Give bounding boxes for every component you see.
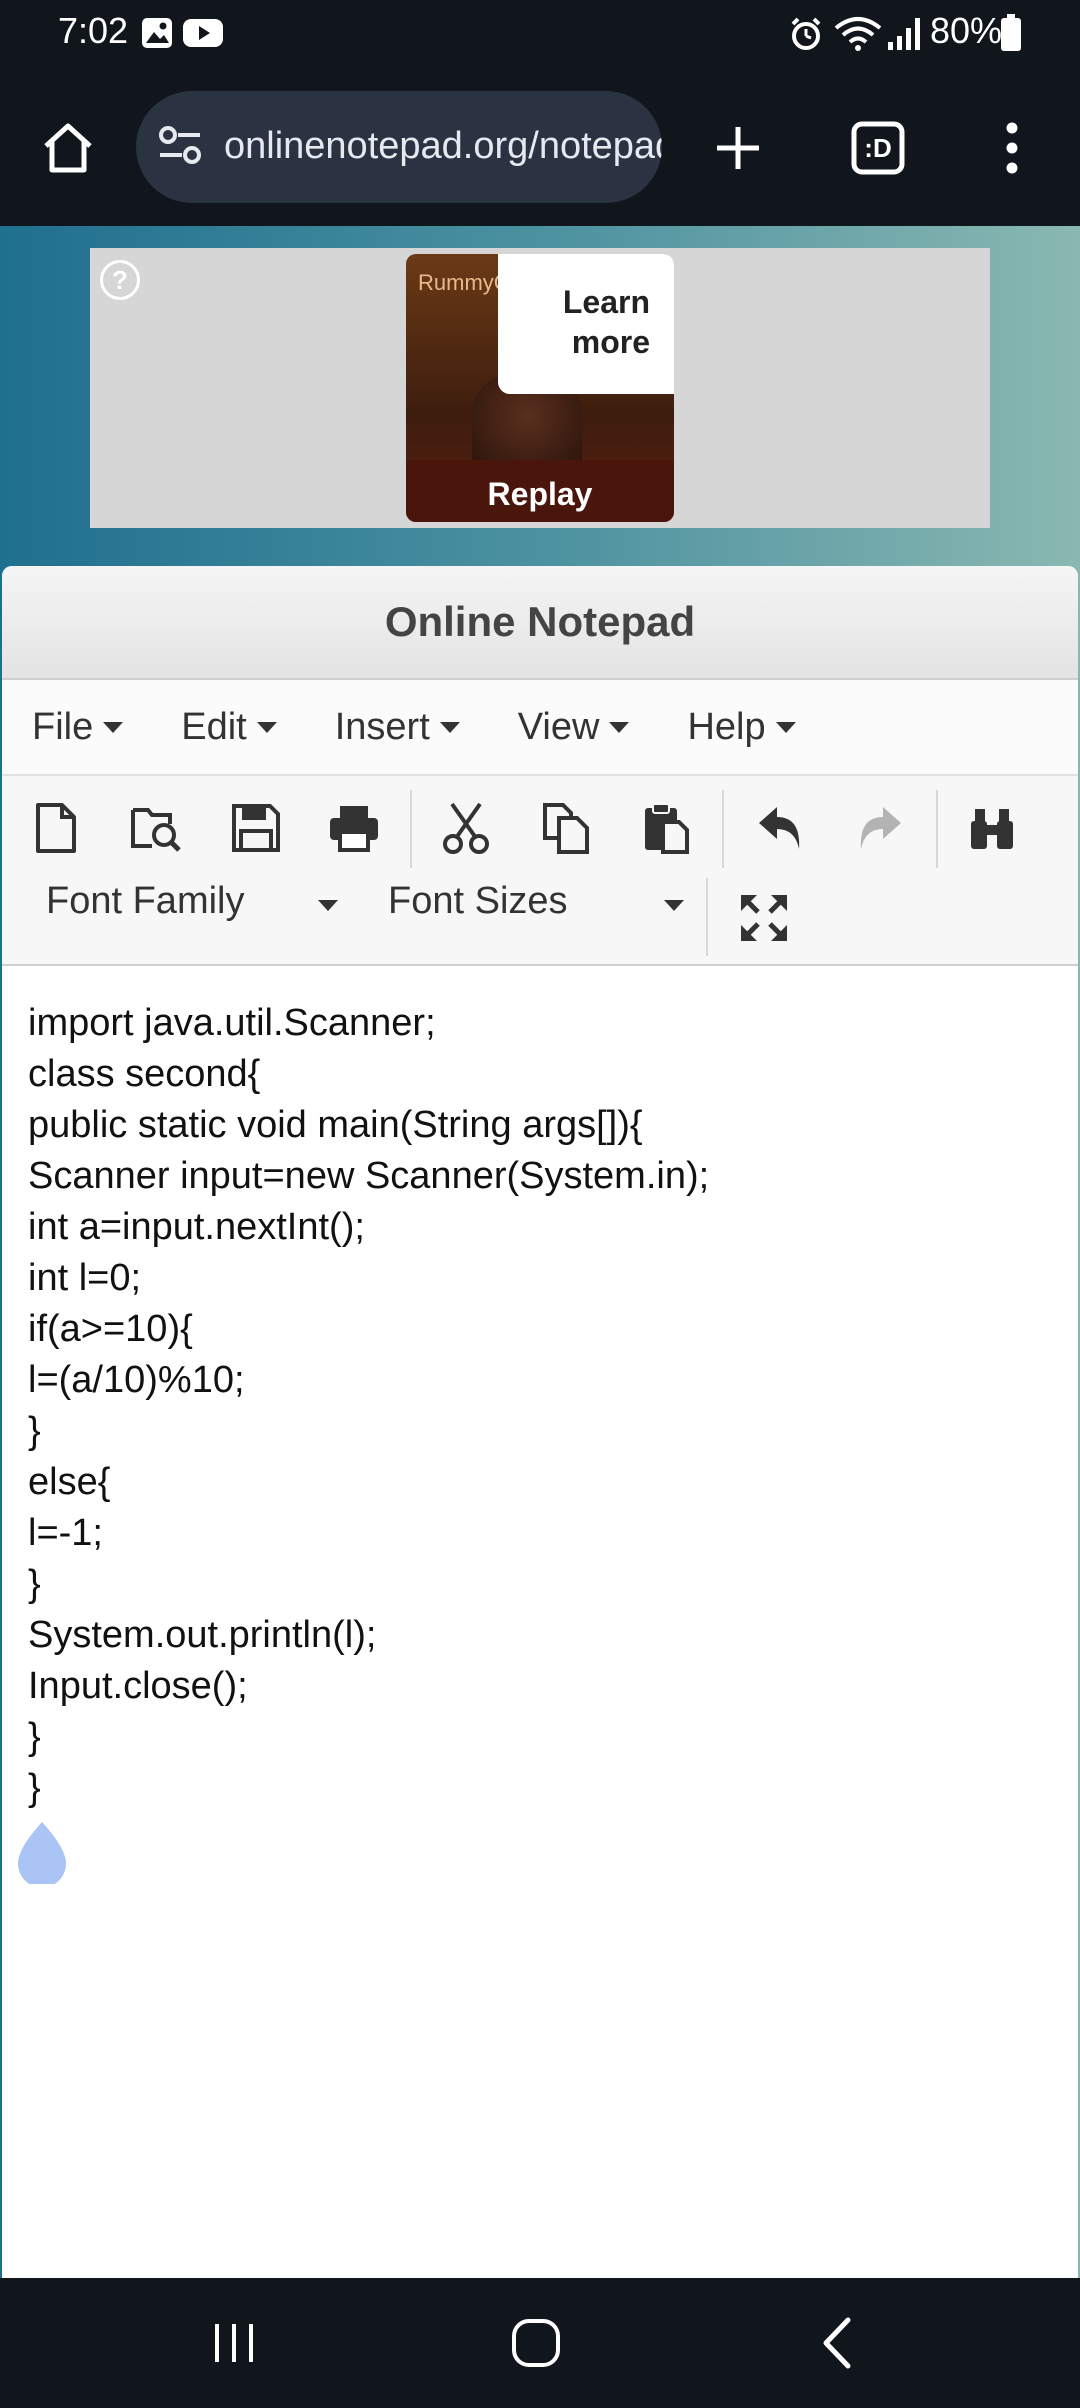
find-icon[interactable]	[960, 796, 1024, 860]
battery-icon	[1000, 14, 1022, 57]
code-line: Scanner input=new Scanner(System.in);	[28, 1155, 710, 1197]
code-line: }	[28, 1716, 41, 1758]
paste-icon[interactable]	[634, 796, 698, 860]
tabs-count: :D	[864, 132, 892, 163]
menu-edit-label: Edit	[181, 705, 247, 748]
home-icon[interactable]	[28, 108, 108, 188]
text-editor[interactable]: import java.util.Scanner; class second{ …	[2, 964, 1078, 2278]
code-line: else{	[28, 1461, 111, 1503]
app-title: Online Notepad	[2, 566, 1078, 680]
toolbar-divider	[706, 878, 708, 956]
menu-help[interactable]: Help	[687, 705, 796, 749]
code-line: if(a>=10){	[28, 1308, 193, 1350]
web-page: ? RummyCircle Learn more Replay Online N…	[0, 226, 1080, 2278]
site-settings-icon[interactable]	[156, 121, 206, 176]
code-line: public static void main(String args[]){	[28, 1104, 643, 1146]
more-icon[interactable]	[972, 108, 1052, 188]
status-time: 7:02	[58, 10, 129, 51]
fullscreen-icon[interactable]	[732, 886, 796, 950]
tabs-icon[interactable]: :D	[838, 108, 918, 188]
editor-toolbar: Font Family Font Sizes	[2, 776, 1078, 968]
code-line: }	[28, 1767, 41, 1809]
code-line: int l=0;	[28, 1257, 142, 1299]
ad-banner[interactable]: ? RummyCircle Learn more Replay	[90, 248, 990, 528]
notepad-app: Online Notepad File Edit Insert View Hel…	[2, 566, 1078, 2278]
learn-more-button[interactable]: Learn more	[498, 254, 674, 394]
recent-apps-button[interactable]	[154, 2278, 314, 2408]
wifi-icon	[834, 16, 882, 57]
url-text[interactable]: onlinenotepad.org/notepad	[224, 125, 662, 168]
menu-help-label: Help	[687, 705, 766, 748]
font-family-select[interactable]: Font Family	[46, 880, 376, 923]
menu-insert-label: Insert	[334, 705, 430, 748]
chevron-down-icon	[318, 900, 338, 911]
redo-icon[interactable]	[848, 796, 912, 860]
menu-view[interactable]: View	[518, 706, 630, 749]
address-bar[interactable]: onlinenotepad.org/notepad	[136, 91, 662, 203]
cut-icon[interactable]	[434, 796, 498, 860]
new-file-icon[interactable]	[24, 796, 88, 860]
code-line: import java.util.Scanner;	[28, 1002, 436, 1044]
undo-icon[interactable]	[748, 796, 812, 860]
code-line: int a=input.nextInt();	[28, 1206, 365, 1248]
chevron-down-icon	[664, 900, 684, 911]
alarm-icon	[788, 16, 824, 57]
menu-view-label: View	[517, 705, 600, 748]
copy-icon[interactable]	[534, 796, 598, 860]
new-tab-icon[interactable]	[698, 108, 778, 188]
chevron-down-icon	[775, 721, 796, 733]
save-icon[interactable]	[224, 796, 288, 860]
youtube-icon	[182, 16, 224, 55]
learn-more-line-1: Learn	[562, 284, 650, 320]
font-sizes-select[interactable]: Font Sizes	[388, 880, 688, 923]
menu-insert[interactable]: Insert	[335, 706, 460, 749]
browser-toolbar: onlinenotepad.org/notepad :D	[0, 68, 1080, 226]
chevron-down-icon	[439, 721, 460, 733]
menu-file[interactable]: File	[32, 705, 124, 749]
code-line: l=-1;	[28, 1512, 103, 1554]
open-file-icon[interactable]	[124, 796, 188, 860]
code-line: class second{	[28, 1053, 261, 1095]
chevron-down-icon	[609, 721, 630, 733]
code-line: }	[28, 1410, 41, 1452]
replay-button[interactable]: Replay	[406, 460, 674, 522]
code-line: }	[28, 1563, 41, 1605]
font-family-label: Font Family	[46, 880, 245, 922]
print-icon[interactable]	[322, 796, 386, 860]
navigation-bar	[0, 2278, 1080, 2408]
menu-file-label: File	[32, 705, 94, 748]
toolbar-divider	[936, 790, 938, 868]
status-bar: 7:02 80%	[0, 0, 1080, 68]
ad-card[interactable]: RummyCircle Learn more Replay	[406, 254, 674, 522]
home-button[interactable]	[456, 2278, 616, 2408]
back-button[interactable]	[758, 2278, 918, 2408]
toolbar-divider	[410, 790, 412, 868]
code-line: System.out.println(l);	[28, 1614, 377, 1656]
learn-more-line-2: more	[571, 324, 650, 360]
signal-icon	[886, 16, 922, 57]
font-sizes-label: Font Sizes	[388, 880, 568, 922]
chevron-down-icon	[103, 721, 124, 733]
toolbar-divider	[722, 790, 724, 868]
menu-bar: File Edit Insert View Help	[2, 680, 1078, 776]
text-cursor-handle[interactable]	[14, 1820, 70, 1888]
menu-edit[interactable]: Edit	[181, 705, 277, 749]
code-line: l=(a/10)%10;	[28, 1359, 245, 1401]
gallery-icon	[140, 16, 174, 55]
code-line: Input.close();	[28, 1665, 248, 1707]
battery-percent: 80%	[930, 10, 1003, 51]
chevron-down-icon	[256, 721, 277, 733]
ad-help-icon[interactable]: ?	[100, 260, 140, 300]
